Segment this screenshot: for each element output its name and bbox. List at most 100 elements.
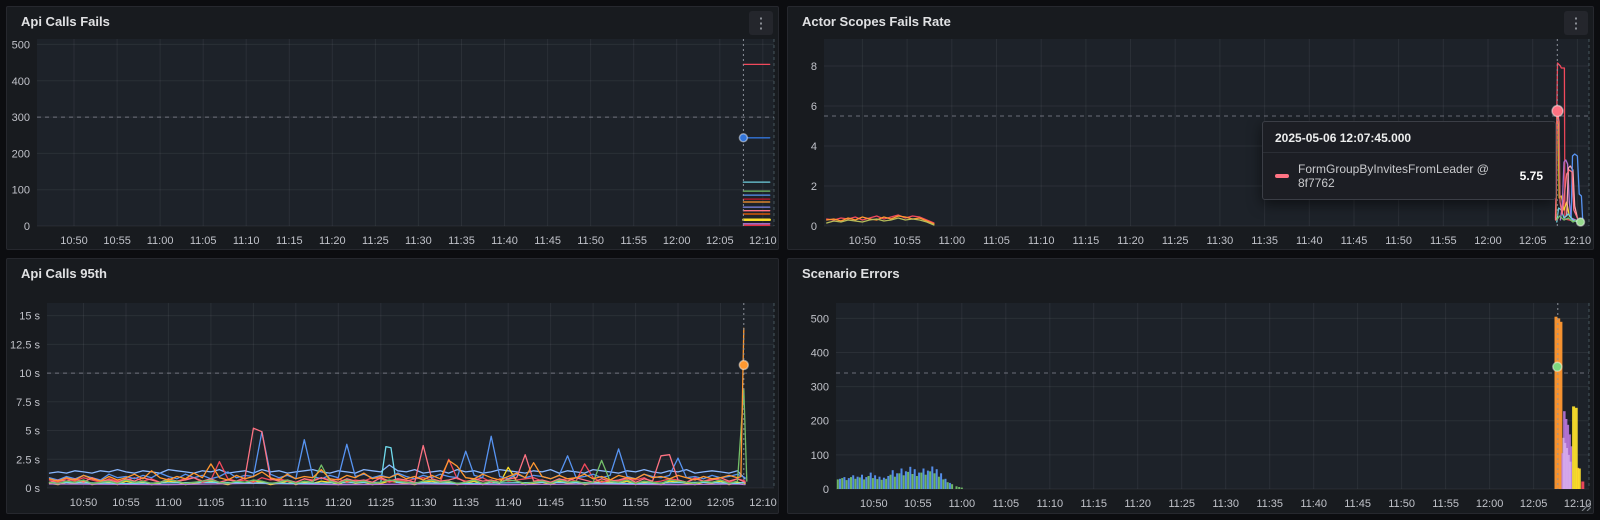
- panel-api-calls-95th: Api Calls 95th 0 s 2.5 s 5 s 7.5 s 10 s 12.5 …: [6, 258, 779, 514]
- panel-title[interactable]: Api Calls Fails: [21, 14, 110, 29]
- svg-text:12:00: 12:00: [1474, 235, 1502, 247]
- chart-tooltip: 2025-05-06 12:07:45.000 FormGroupByInvit…: [1262, 121, 1556, 200]
- svg-text:12:05: 12:05: [1519, 235, 1547, 247]
- svg-text:0: 0: [24, 221, 30, 233]
- svg-text:10:55: 10:55: [103, 235, 131, 247]
- panel-menu-button[interactable]: ⋮: [1564, 11, 1588, 35]
- svg-text:0 s: 0 s: [25, 483, 40, 495]
- svg-text:11:45: 11:45: [537, 497, 564, 509]
- svg-text:11:50: 11:50: [577, 235, 604, 247]
- svg-text:11:50: 11:50: [1388, 498, 1415, 510]
- svg-text:11:10: 11:10: [240, 497, 267, 509]
- svg-text:7.5 s: 7.5 s: [16, 397, 40, 409]
- svg-text:11:15: 11:15: [1073, 235, 1100, 247]
- kebab-icon: ⋮: [1568, 15, 1584, 32]
- svg-text:11:05: 11:05: [190, 235, 217, 247]
- svg-text:10 s: 10 s: [19, 368, 40, 380]
- svg-text:4: 4: [811, 141, 817, 153]
- svg-text:11:20: 11:20: [319, 235, 346, 247]
- svg-text:11:20: 11:20: [1117, 235, 1144, 247]
- svg-text:12:10: 12:10: [749, 235, 777, 247]
- svg-text:10:55: 10:55: [904, 498, 932, 510]
- svg-text:11:00: 11:00: [938, 235, 965, 247]
- timeseries-chart[interactable]: 0 100 200 300 400 500 10:50 10:55 11:00 11:05 11:1…: [788, 259, 1595, 515]
- svg-text:200: 200: [12, 148, 30, 160]
- svg-text:11:10: 11:10: [1028, 235, 1055, 247]
- panel-menu-button[interactable]: ⋮: [749, 11, 773, 35]
- svg-text:10:55: 10:55: [893, 235, 921, 247]
- svg-text:2.5 s: 2.5 s: [16, 454, 40, 466]
- svg-text:11:45: 11:45: [1341, 235, 1368, 247]
- kebab-icon: ⋮: [753, 15, 769, 32]
- svg-text:300: 300: [811, 382, 829, 394]
- svg-text:12:10: 12:10: [1564, 235, 1592, 247]
- svg-text:11:30: 11:30: [1207, 235, 1234, 247]
- svg-text:11:45: 11:45: [1344, 498, 1371, 510]
- svg-text:2: 2: [811, 181, 817, 193]
- svg-text:0: 0: [823, 484, 829, 496]
- svg-text:11:20: 11:20: [1124, 498, 1151, 510]
- svg-text:10:50: 10:50: [849, 235, 877, 247]
- svg-text:10:50: 10:50: [70, 497, 98, 509]
- panel-scenario-errors: Scenario Errors 0 100 200 300 400 500 10:50 10:…: [787, 258, 1594, 514]
- svg-text:10:50: 10:50: [60, 235, 88, 247]
- svg-text:11:55: 11:55: [1430, 235, 1457, 247]
- timeseries-chart[interactable]: 0 s 2.5 s 5 s 7.5 s 10 s 12.5 s 15 s 10:50 10:55…: [7, 259, 780, 515]
- svg-text:12:05: 12:05: [707, 497, 735, 509]
- svg-text:11:40: 11:40: [495, 497, 522, 509]
- svg-text:500: 500: [12, 39, 30, 51]
- svg-text:200: 200: [811, 416, 829, 428]
- svg-text:15 s: 15 s: [19, 311, 40, 323]
- svg-text:12:05: 12:05: [1520, 498, 1548, 510]
- svg-text:11:50: 11:50: [1385, 235, 1412, 247]
- svg-text:11:25: 11:25: [1162, 235, 1189, 247]
- svg-text:12.5 s: 12.5 s: [10, 339, 40, 351]
- svg-text:11:00: 11:00: [147, 235, 174, 247]
- svg-text:400: 400: [811, 348, 829, 360]
- panel-title[interactable]: Api Calls 95th: [21, 266, 107, 281]
- svg-text:11:00: 11:00: [948, 498, 975, 510]
- svg-text:11:55: 11:55: [1432, 498, 1459, 510]
- tooltip-series-label: FormGroupByInvitesFromLeader @ 8f7762: [1298, 162, 1489, 190]
- svg-text:11:55: 11:55: [622, 497, 649, 509]
- svg-text:11:30: 11:30: [405, 235, 432, 247]
- svg-text:12:10: 12:10: [749, 497, 777, 509]
- svg-text:11:40: 11:40: [1296, 235, 1323, 247]
- svg-text:11:15: 11:15: [276, 235, 303, 247]
- svg-text:11:50: 11:50: [580, 497, 607, 509]
- svg-text:11:55: 11:55: [620, 235, 647, 247]
- panel-title[interactable]: Actor Scopes Fails Rate: [802, 14, 951, 29]
- panel-api-calls-fails: Api Calls Fails ⋮ 0 100 200 300 400 500 10:50 1…: [6, 6, 779, 250]
- tooltip-series-row: FormGroupByInvitesFromLeader @ 8f7762 5.…: [1263, 153, 1555, 199]
- svg-text:11:40: 11:40: [491, 235, 518, 247]
- svg-text:12:05: 12:05: [706, 235, 734, 247]
- svg-text:11:00: 11:00: [155, 497, 182, 509]
- timeseries-chart[interactable]: 0 100 200 300 400 500 10:50 10:55 11:00 11:05 11:1…: [7, 7, 780, 251]
- svg-text:12:00: 12:00: [663, 235, 691, 247]
- svg-text:11:25: 11:25: [367, 497, 394, 509]
- svg-text:11:35: 11:35: [1251, 235, 1278, 247]
- svg-text:11:30: 11:30: [1212, 498, 1239, 510]
- svg-text:5 s: 5 s: [25, 426, 40, 438]
- svg-text:400: 400: [12, 76, 30, 88]
- panel-title[interactable]: Scenario Errors: [802, 266, 900, 281]
- panel-resize-handle[interactable]: [1581, 501, 1591, 511]
- svg-text:500: 500: [811, 313, 829, 325]
- svg-text:11:25: 11:25: [1168, 498, 1195, 510]
- svg-text:10:55: 10:55: [112, 497, 140, 509]
- svg-text:11:05: 11:05: [983, 235, 1010, 247]
- svg-text:11:10: 11:10: [233, 235, 260, 247]
- svg-text:11:25: 11:25: [362, 235, 389, 247]
- svg-text:11:05: 11:05: [198, 497, 225, 509]
- svg-text:11:40: 11:40: [1300, 498, 1327, 510]
- svg-text:12:00: 12:00: [664, 497, 692, 509]
- svg-text:11:35: 11:35: [1256, 498, 1283, 510]
- svg-text:11:15: 11:15: [1080, 498, 1107, 510]
- svg-text:11:45: 11:45: [534, 235, 561, 247]
- svg-text:11:15: 11:15: [282, 497, 309, 509]
- svg-text:300: 300: [12, 112, 30, 124]
- tooltip-timestamp: 2025-05-06 12:07:45.000: [1263, 122, 1555, 153]
- svg-text:11:10: 11:10: [1036, 498, 1063, 510]
- svg-text:8: 8: [811, 61, 817, 73]
- svg-text:0: 0: [811, 221, 817, 233]
